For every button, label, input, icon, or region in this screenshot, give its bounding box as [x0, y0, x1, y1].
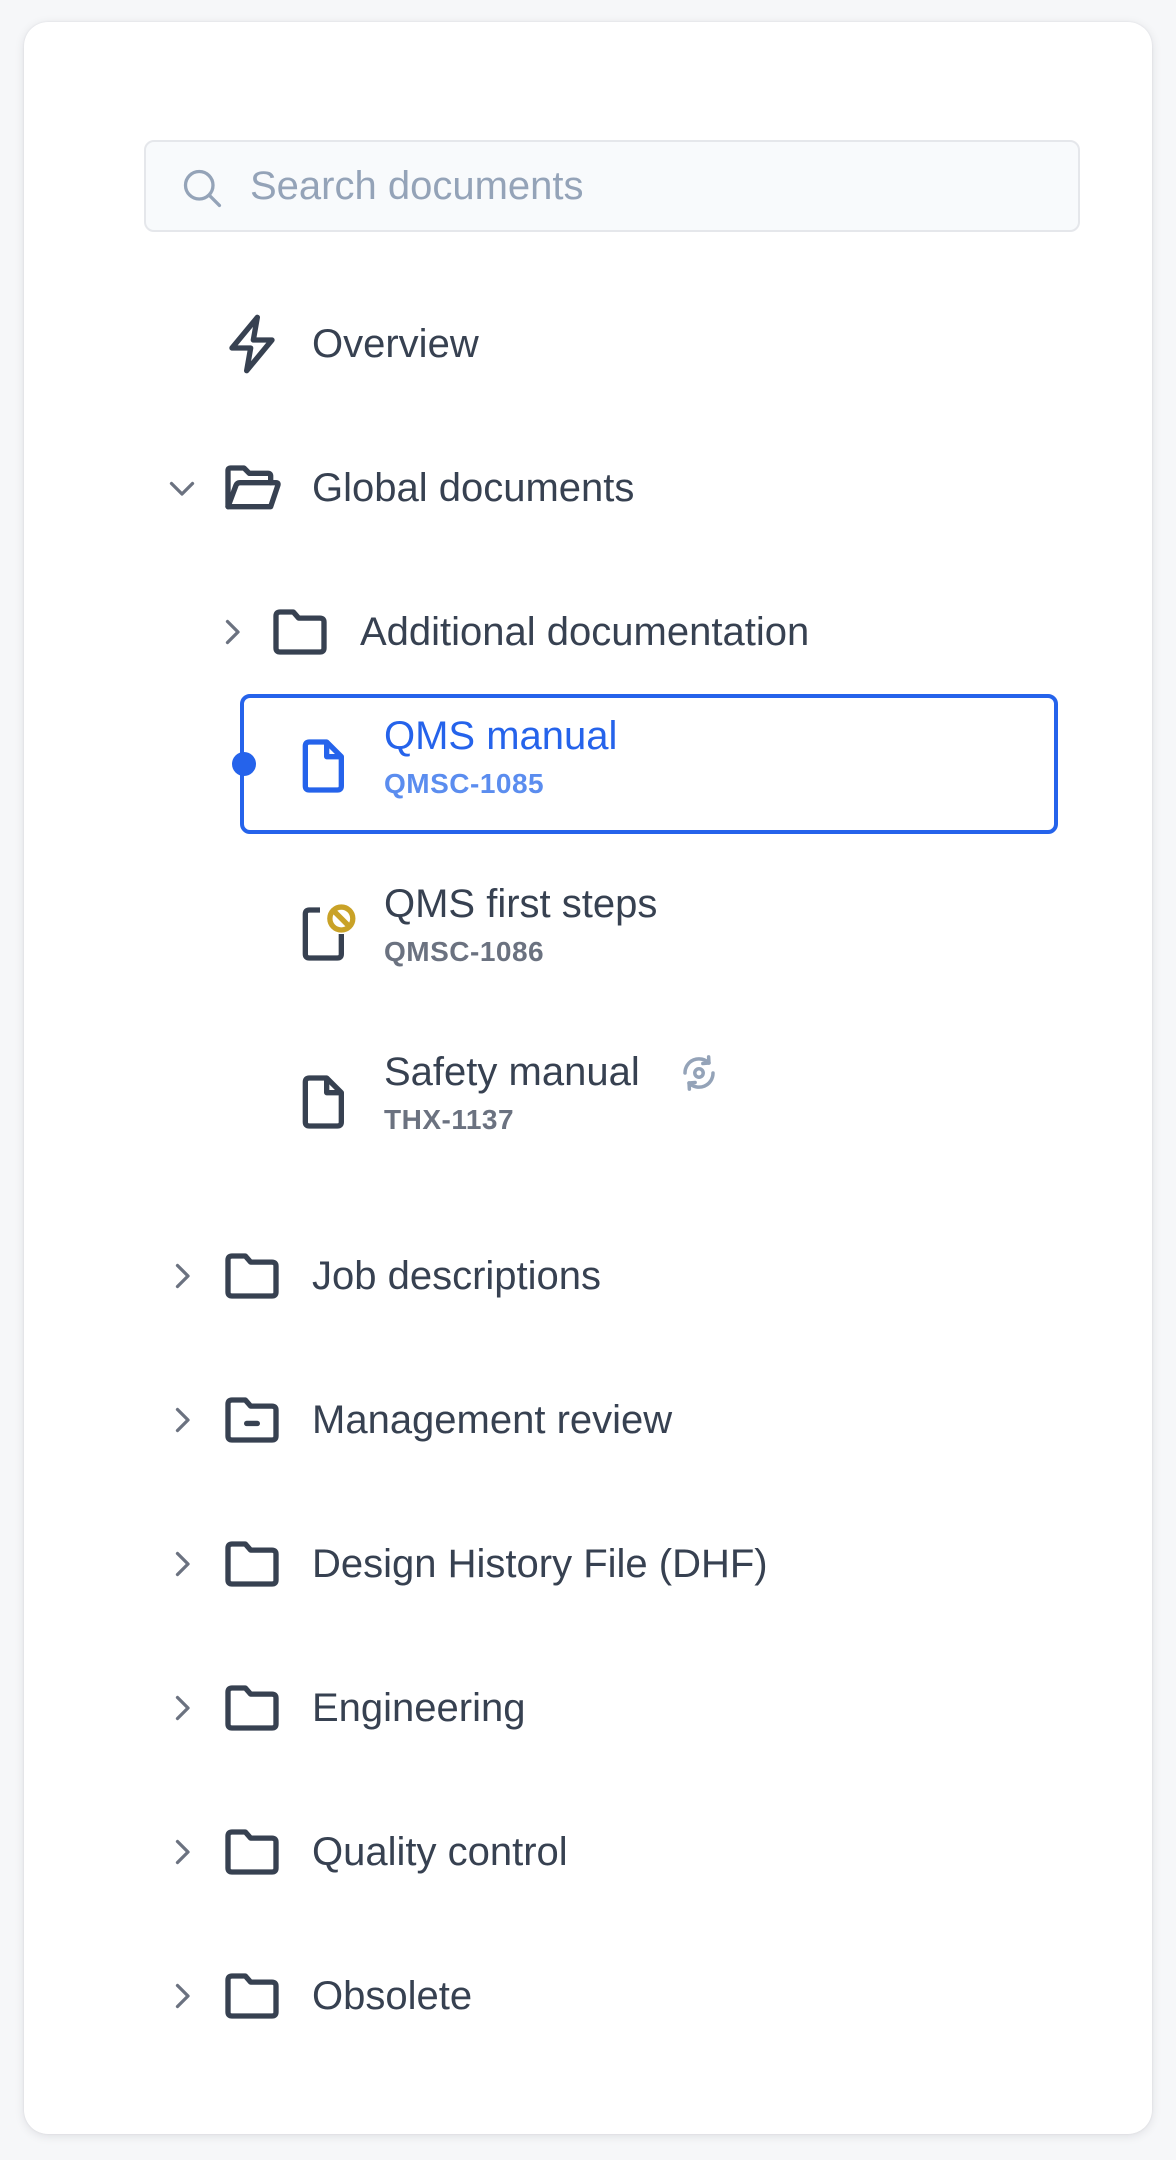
folder-icon	[225, 1973, 279, 2019]
chevron-down-icon[interactable]	[164, 470, 200, 506]
tree-folder-label: Management review	[312, 1398, 673, 1442]
tree-folder-engineering[interactable]: Engineering	[24, 1656, 1152, 1760]
folder-minus-icon	[225, 1397, 279, 1443]
folder-open-icon	[225, 465, 281, 510]
document-code: QMSC-1086	[384, 936, 545, 967]
tree-item-additional-documentation[interactable]: Additional documentation	[24, 580, 1152, 684]
folder-icon	[225, 1253, 279, 1299]
document-icon	[302, 739, 344, 793]
folder-icon	[273, 609, 327, 655]
document-code: QMSC-1085	[384, 768, 545, 799]
document-title: Safety manual	[384, 1050, 640, 1094]
tree-folder-management-review[interactable]: Management review	[24, 1368, 1152, 1472]
tree-item-label: Overview	[312, 322, 479, 366]
tree-folder-job-descriptions[interactable]: Job descriptions	[24, 1224, 1152, 1328]
chevron-right-icon[interactable]	[164, 1690, 200, 1726]
sync-icon	[683, 1055, 715, 1091]
tree-folder-obsolete[interactable]: Obsolete	[24, 1944, 1152, 2048]
search-input[interactable]	[250, 142, 1050, 230]
document-title: QMS manual	[384, 714, 618, 758]
document-tree-panel: Overview Global documents Additional doc…	[24, 22, 1152, 2134]
tree-document-qms-first-steps[interactable]: QMS first steps QMSC-1086	[244, 870, 1054, 998]
document-blocked-icon	[302, 904, 356, 961]
folder-icon	[225, 1685, 279, 1731]
tree-folder-quality-control[interactable]: Quality control	[24, 1800, 1152, 1904]
tree-folder-label: Obsolete	[312, 1974, 473, 2018]
tree-item-label: Global documents	[312, 466, 635, 510]
chevron-right-icon[interactable]	[214, 614, 250, 650]
document-icon	[302, 1075, 344, 1129]
tree-item-global-documents[interactable]: Global documents	[24, 436, 1152, 540]
tree-item-label: Additional documentation	[360, 610, 810, 654]
lightning-icon	[229, 314, 275, 374]
folder-icon	[225, 1541, 279, 1587]
tree-document-safety-manual[interactable]: Safety manual THX-1137	[244, 1038, 1054, 1166]
chevron-right-icon[interactable]	[164, 1546, 200, 1582]
tree-folder-label: Job descriptions	[312, 1254, 602, 1298]
folder-icon	[225, 1829, 279, 1875]
chevron-right-icon[interactable]	[164, 1258, 200, 1294]
search-box[interactable]	[144, 140, 1080, 232]
chevron-right-icon[interactable]	[164, 1834, 200, 1870]
tree-folder-label: Engineering	[312, 1686, 526, 1730]
tree-folder-label: Design History File (DHF)	[312, 1542, 768, 1586]
document-title: QMS first steps	[384, 882, 658, 926]
chevron-right-icon[interactable]	[164, 1402, 200, 1438]
search-icon	[183, 169, 222, 208]
tree-folder-design-history-file[interactable]: Design History File (DHF)	[24, 1512, 1152, 1616]
chevron-right-icon[interactable]	[164, 1978, 200, 2014]
document-code: THX-1137	[384, 1104, 515, 1135]
tree-folder-label: Quality control	[312, 1830, 568, 1874]
tree-document-qms-manual[interactable]: QMS manual QMSC-1085	[244, 702, 1054, 830]
tree-item-overview[interactable]: Overview	[24, 292, 1152, 396]
